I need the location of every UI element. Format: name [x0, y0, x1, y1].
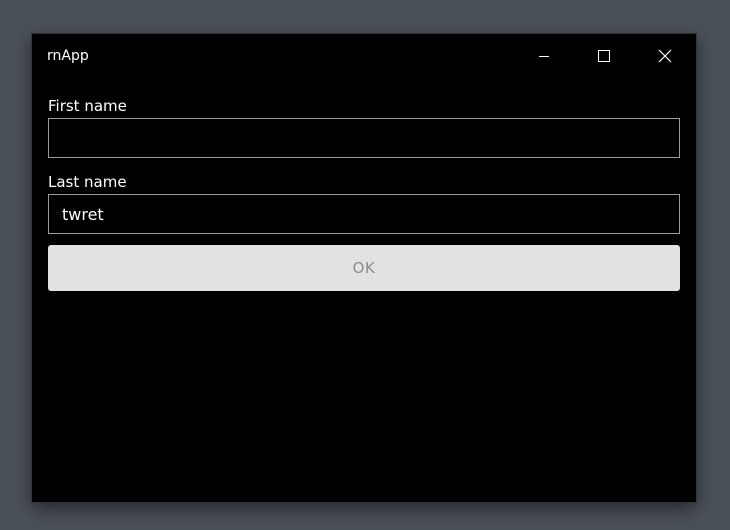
app-window: rnApp First name Last name OK	[32, 34, 696, 502]
maximize-icon	[598, 50, 610, 62]
title-bar[interactable]: rnApp	[32, 34, 696, 78]
ok-button[interactable]: OK	[48, 245, 680, 291]
first-name-input[interactable]	[48, 118, 680, 158]
last-name-input[interactable]	[48, 194, 680, 234]
last-name-label: Last name	[48, 173, 127, 191]
maximize-button[interactable]	[574, 34, 634, 78]
minimize-icon	[539, 56, 549, 57]
close-button[interactable]	[634, 34, 696, 78]
close-icon	[658, 49, 672, 63]
minimize-button[interactable]	[514, 34, 574, 78]
first-name-label: First name	[48, 97, 127, 115]
window-title: rnApp	[47, 48, 89, 64]
